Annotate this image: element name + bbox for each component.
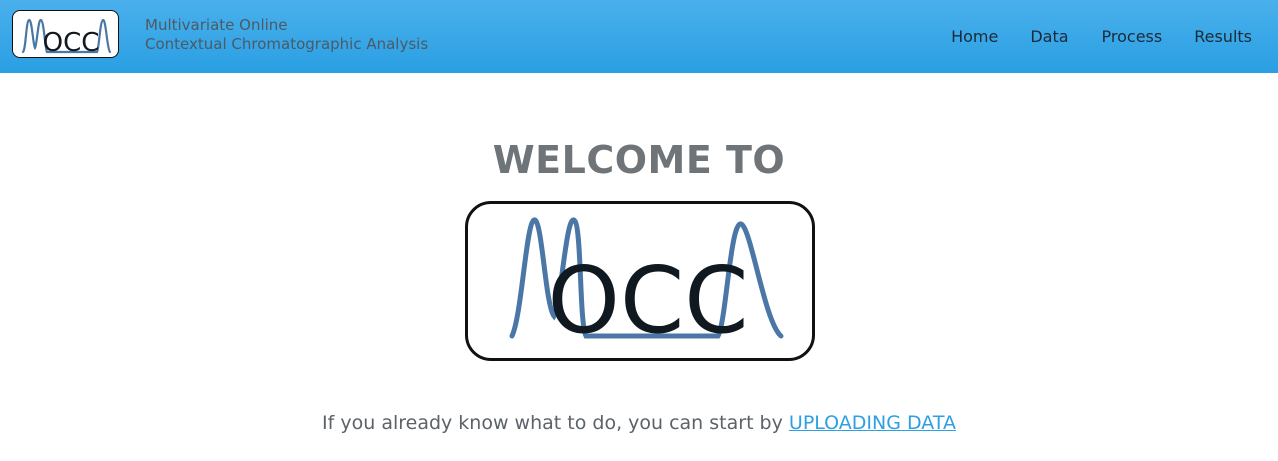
nav-menu: Home Data Process Results — [951, 0, 1278, 73]
subtitle-line-1: Multivariate Online — [145, 16, 288, 34]
app-subtitle: Multivariate Online Contextual Chromatog… — [145, 16, 428, 54]
nav-results-link[interactable]: Results — [1194, 27, 1252, 46]
hero-logo-graphic: OCC — [509, 217, 784, 354]
nav-process-link[interactable]: Process — [1102, 27, 1163, 46]
subtitle-line-2: Contextual Chromatographic Analysis — [145, 35, 429, 53]
mocca-logo[interactable]: OCC — [12, 10, 119, 58]
uploading-data-link[interactable]: UPLOADING DATA — [789, 412, 956, 434]
hero-logo-text: OCC — [548, 247, 749, 354]
logo-text: OCC — [43, 28, 100, 58]
welcome-heading: WELCOME TO — [492, 138, 786, 182]
nav-home-link[interactable]: Home — [951, 27, 998, 46]
start-message: If you already know what to do, you can … — [0, 410, 1278, 436]
nav-data-link[interactable]: Data — [1030, 27, 1068, 46]
top-navbar: OCC Multivariate Online Contextual Chrom… — [0, 0, 1278, 73]
start-message-text: If you already know what to do, you can … — [322, 412, 789, 434]
hero-mocca-logo: OCC — [465, 201, 815, 361]
mocca-logo-graphic: OCC — [21, 18, 112, 58]
